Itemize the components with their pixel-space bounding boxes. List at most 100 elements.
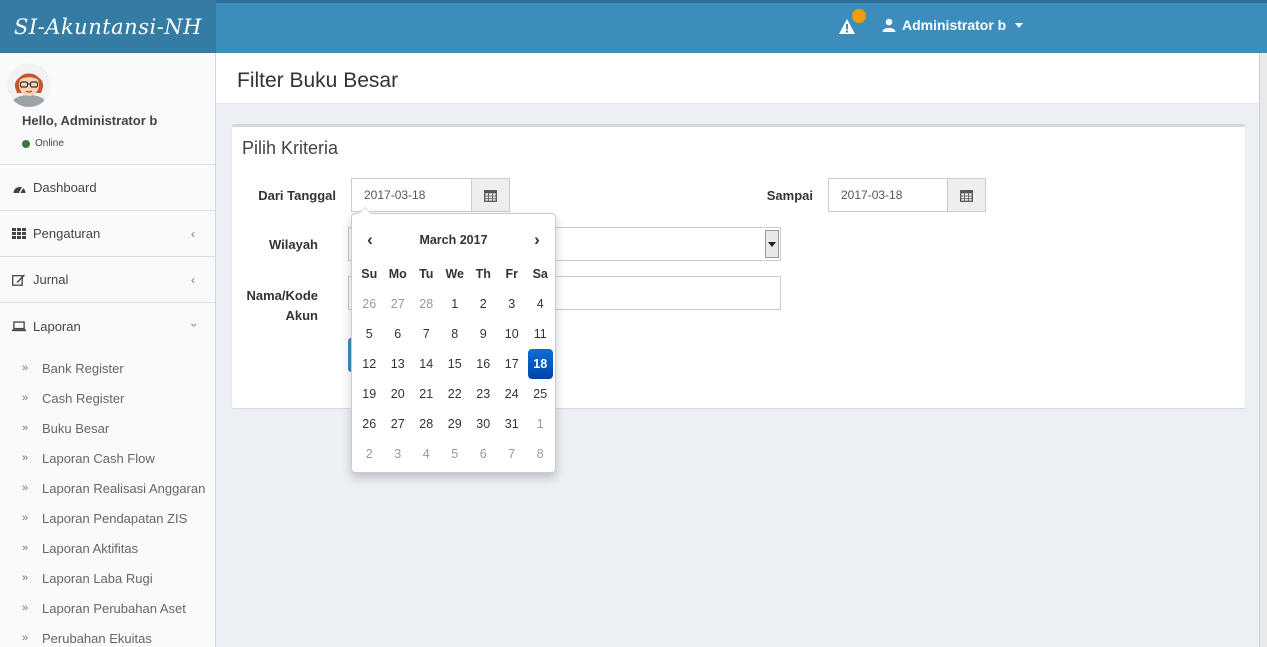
- day-cell[interactable]: 7: [498, 439, 527, 469]
- day-cell[interactable]: 24: [498, 379, 527, 409]
- double-chevron-icon: »: [22, 542, 29, 554]
- sidebar-item-pengaturan[interactable]: Pengaturan ‹: [0, 211, 215, 257]
- day-cell[interactable]: 23: [469, 379, 498, 409]
- weekday-label: Th: [475, 267, 491, 281]
- day-cell[interactable]: 28: [412, 289, 441, 319]
- calendar-icon: [484, 189, 497, 202]
- user-name: Administrator b: [902, 17, 1007, 33]
- submenu-item-bank-register[interactable]: » Bank Register: [0, 353, 215, 383]
- week-row: 26 27 28 1 2 3 4: [355, 289, 555, 319]
- submenu-item-perubahan-ekuitas[interactable]: » Perubahan Ekuitas: [0, 623, 215, 647]
- day-cell[interactable]: 26: [355, 409, 384, 439]
- day-cell[interactable]: 8: [441, 319, 470, 349]
- laporan-submenu: » Bank Register » Cash Register » Buku Besa…: [0, 349, 215, 647]
- submenu-label: Laporan Perubahan Aset: [42, 600, 186, 616]
- day-cell[interactable]: 1: [526, 409, 555, 439]
- day-cell[interactable]: 8: [526, 439, 555, 469]
- day-cell[interactable]: 3: [498, 289, 527, 319]
- submenu-item-cash-register[interactable]: » Cash Register: [0, 383, 215, 413]
- datepicker-popup: ‹ March 2017 › Su Mo Tu We Th Fr Sa 26 27 28 1 2 3 4 5…: [351, 207, 556, 473]
- day-cell[interactable]: 26: [355, 289, 384, 319]
- day-cell[interactable]: 17: [498, 349, 527, 379]
- next-month-button[interactable]: ›: [523, 230, 551, 250]
- sidebar-item-jurnal[interactable]: Jurnal ‹: [0, 257, 215, 303]
- day-cell[interactable]: 27: [384, 409, 413, 439]
- weekday-header-row: Su Mo Tu We Th Fr Sa: [355, 259, 555, 289]
- sampai-label: Sampai: [766, 188, 813, 203]
- prev-month-button[interactable]: ‹: [356, 230, 384, 250]
- day-cell[interactable]: 21: [412, 379, 441, 409]
- app-title: SI-Akuntansi-NH: [14, 14, 202, 39]
- day-cell[interactable]: 19: [355, 379, 384, 409]
- day-cell[interactable]: 31: [498, 409, 527, 439]
- day-cell[interactable]: 4: [412, 439, 441, 469]
- double-chevron-icon: »: [22, 362, 29, 374]
- day-cell[interactable]: 10: [498, 319, 527, 349]
- laptop-icon: [12, 319, 26, 333]
- sidebar-item-dashboard[interactable]: Dashboard: [0, 165, 215, 211]
- submenu-item-laporan-laba-rugi[interactable]: » Laporan Laba Rugi: [0, 563, 215, 593]
- submenu-item-laporan-cash-flow[interactable]: » Laporan Cash Flow: [0, 443, 215, 473]
- submenu-item-laporan-perubahan-aset[interactable]: » Laporan Perubahan Aset: [0, 593, 215, 623]
- day-cell[interactable]: 27: [384, 289, 413, 319]
- day-cell[interactable]: 5: [441, 439, 470, 469]
- day-cell-selected[interactable]: 18: [527, 349, 553, 379]
- week-row: 12 13 14 15 16 17 18: [355, 349, 555, 379]
- chevron-left-icon: ‹: [191, 227, 195, 241]
- datepicker-header: ‹ March 2017 ›: [356, 226, 551, 254]
- sidebar: Hello, Administrator b Online Dashboard …: [0, 53, 216, 647]
- day-cell[interactable]: 12: [355, 349, 384, 379]
- month-year-switch[interactable]: March 2017: [384, 233, 523, 247]
- app-logo[interactable]: SI-Akuntansi-NH: [0, 0, 216, 53]
- submenu-item-laporan-realisasi-anggaran[interactable]: » Laporan Realisasi Anggaran: [0, 473, 215, 503]
- day-cell[interactable]: 7: [412, 319, 441, 349]
- week-row: 26 27 28 29 30 31 1: [355, 409, 555, 439]
- submenu-label: Laporan Pendapatan ZIS: [42, 510, 188, 526]
- day-cell[interactable]: 28: [412, 409, 441, 439]
- sampai-input[interactable]: 2017-03-18: [828, 178, 948, 212]
- day-cell[interactable]: 6: [469, 439, 498, 469]
- day-cell[interactable]: 30: [469, 409, 498, 439]
- chevron-down-icon: ‹: [186, 323, 200, 327]
- sidebar-item-label: Jurnal: [33, 272, 69, 287]
- double-chevron-icon: »: [22, 452, 29, 464]
- day-cell[interactable]: 2: [469, 289, 498, 319]
- day-cell[interactable]: 1: [441, 289, 470, 319]
- double-chevron-icon: »: [22, 422, 29, 434]
- submenu-item-laporan-pendapatan-zis[interactable]: » Laporan Pendapatan ZIS: [0, 503, 215, 533]
- day-cell[interactable]: 3: [384, 439, 413, 469]
- day-cell[interactable]: 5: [355, 319, 384, 349]
- user-menu-toggle[interactable]: Administrator b: [882, 17, 1024, 33]
- weekday-label: Su: [361, 267, 378, 281]
- page-title: Filter Buku Besar: [237, 69, 399, 92]
- day-cell[interactable]: 4: [526, 289, 555, 319]
- day-cell[interactable]: 14: [412, 349, 441, 379]
- submenu-item-laporan-aktifitas[interactable]: » Laporan Aktifitas: [0, 533, 215, 563]
- weekday-label: Tu: [419, 267, 434, 281]
- day-cell[interactable]: 13: [384, 349, 413, 379]
- double-chevron-icon: »: [22, 482, 29, 494]
- avatar: [7, 63, 51, 107]
- label-line-2: Akun: [285, 308, 319, 323]
- submenu-item-buku-besar[interactable]: » Buku Besar: [0, 413, 215, 443]
- sidebar-item-laporan[interactable]: Laporan ‹: [0, 303, 215, 349]
- day-cell[interactable]: 11: [526, 319, 555, 349]
- day-cell[interactable]: 9: [469, 319, 498, 349]
- day-cell[interactable]: 20: [384, 379, 413, 409]
- box-title: Pilih Kriteria: [242, 138, 339, 158]
- day-cell[interactable]: 25: [526, 379, 555, 409]
- popup-arrow-inner: [359, 208, 371, 214]
- caret-down-icon: [1015, 22, 1024, 28]
- scrollbar[interactable]: [1259, 53, 1267, 647]
- sampai-calendar-button[interactable]: [947, 178, 986, 212]
- day-cell[interactable]: 6: [384, 319, 413, 349]
- day-cell[interactable]: 2: [355, 439, 384, 469]
- sidebar-item-label: Laporan: [33, 318, 81, 334]
- day-cell[interactable]: 15: [441, 349, 470, 379]
- dari-tanggal-calendar-button[interactable]: [471, 178, 510, 212]
- wilayah-label: Wilayah: [268, 237, 318, 252]
- day-cell[interactable]: 16: [469, 349, 498, 379]
- day-cell[interactable]: 29: [441, 409, 470, 439]
- day-cell[interactable]: 22: [441, 379, 470, 409]
- calendar-icon: [960, 189, 973, 202]
